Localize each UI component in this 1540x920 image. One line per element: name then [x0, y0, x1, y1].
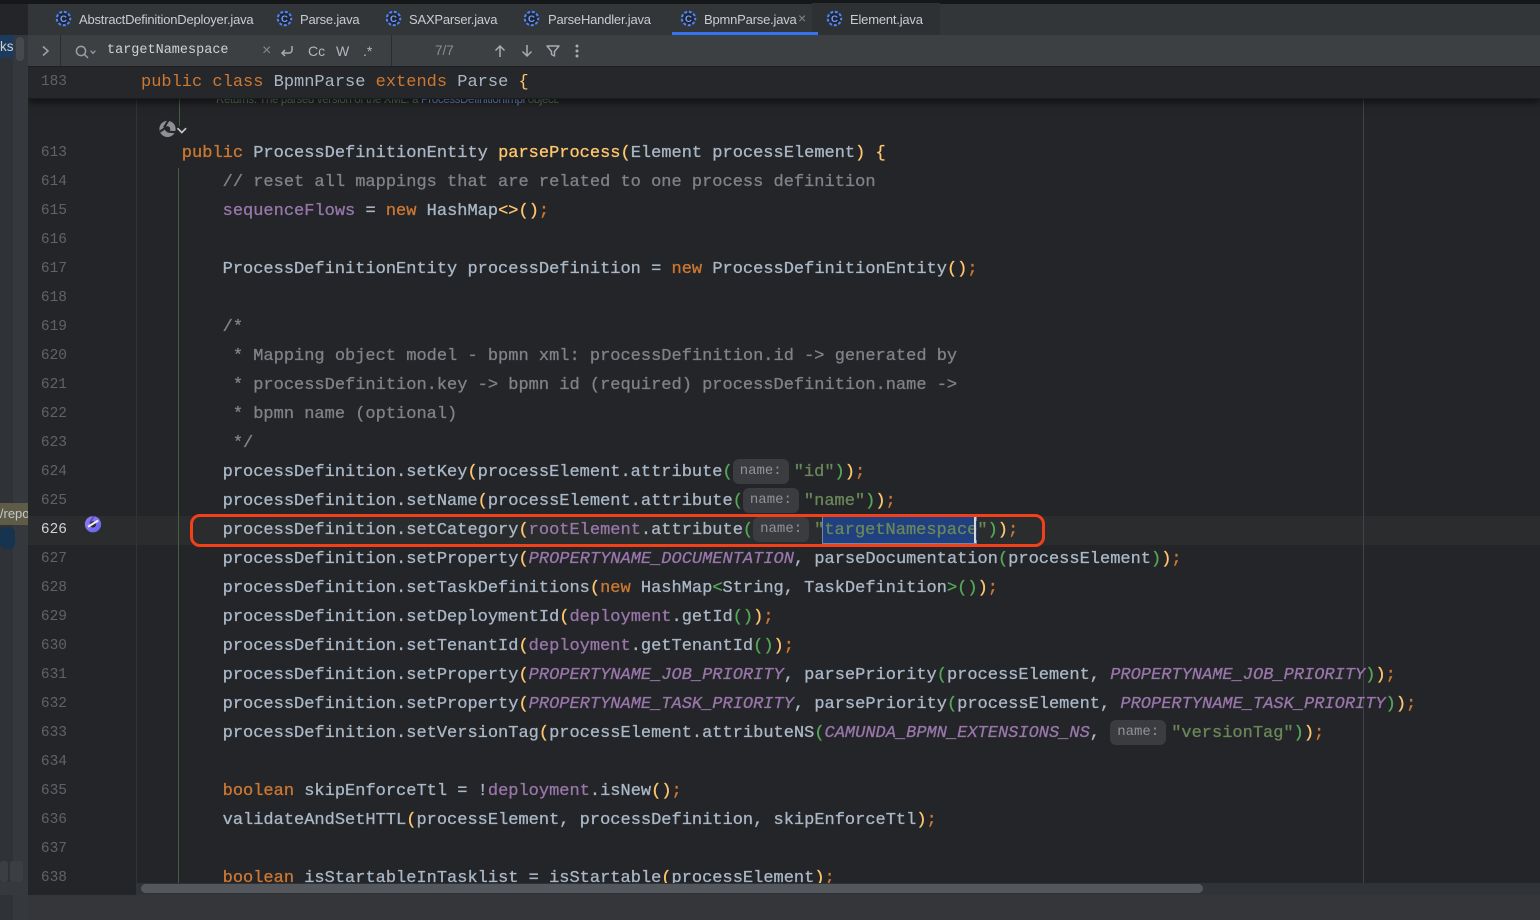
svg-text:C: C [685, 14, 692, 25]
svg-text:C: C [60, 14, 67, 25]
svg-text:C: C [528, 14, 535, 25]
svg-text:C: C [281, 14, 288, 25]
svg-text:C: C [390, 14, 397, 25]
svg-text:C: C [831, 14, 838, 25]
